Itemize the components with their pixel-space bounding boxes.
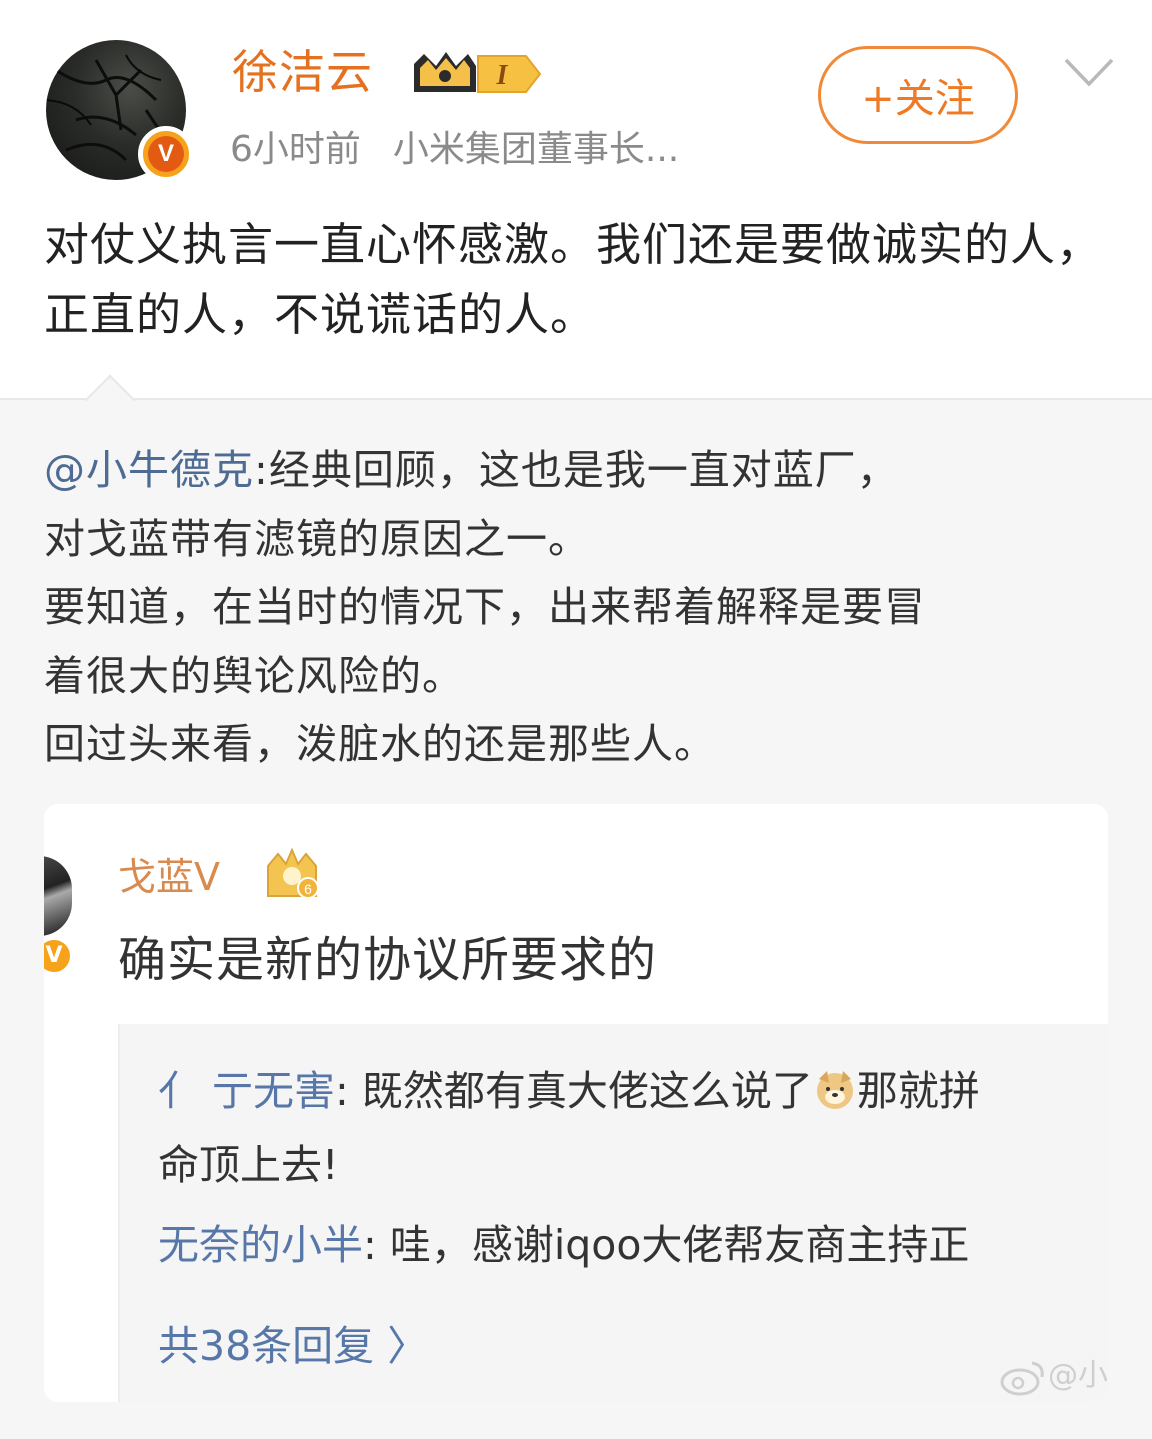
repost-line: 对戈蓝带有滤镜的原因之一。 — [44, 514, 590, 563]
svg-text:I: I — [496, 60, 509, 91]
watermark: @小 — [998, 1350, 1108, 1397]
reply-item-continued: 命顶上去! — [158, 1141, 339, 1189]
post-header: V 徐洁云 I 6小时前 小米集团董事长... +关注 对仗义执言一直心怀感激。我… — [0, 0, 1152, 398]
reply-item: 无奈的小半: 哇，感谢iqoo大佬帮友商主持正 — [158, 1221, 970, 1269]
post-time: 6小时前 — [230, 129, 361, 170]
repost-body: @小牛德克:经典回顾，这也是我一直对蓝厂， 对戈蓝带有滤镜的原因之一。 要知道，… — [44, 436, 1124, 779]
verified-v-badge-icon: V — [138, 126, 194, 182]
crown-level-badge-icon: 6 — [267, 847, 319, 899]
weibo-logo-icon — [1000, 1361, 1044, 1395]
embedded-username: 戈蓝V — [118, 855, 220, 899]
reply-username[interactable]: 无奈的小半 — [158, 1221, 363, 1269]
watermark-text: @小 — [1048, 1358, 1108, 1393]
post-meta: 6小时前 小米集团董事长... — [230, 126, 679, 174]
svg-text:6: 6 — [304, 881, 312, 897]
repost-line: 回过头来看，泼脏水的还是那些人。 — [44, 720, 716, 768]
repost-line: 要知道，在当时的情况下，出来帮着解释是要冒 — [44, 583, 926, 631]
embedded-screenshot[interactable]: V 戈蓝V 6 确实是新的协议所要求的 亻 亍无害: 既然都有真大佬这么说了 那就… — [44, 804, 1108, 1402]
post-body-text: 对仗义执言一直心怀感激。我们还是要做诚实的人，正直的人，不说谎话的人。 — [44, 218, 1103, 341]
embedded-avatar — [44, 856, 72, 936]
reply-item: 亻 亍无害: 既然都有真大佬这么说了 那就拼 — [158, 1067, 980, 1115]
reply-box: 亻 亍无害: 既然都有真大佬这么说了 那就拼 命顶上去! 无奈的小半: 哇，感谢i… — [118, 1024, 1108, 1402]
repost-line: :经典回顾，这也是我一直对蓝厂， — [254, 446, 899, 494]
post-username[interactable]: 徐洁云 — [232, 42, 373, 102]
mention-link[interactable]: @小牛德克 — [44, 446, 254, 494]
repost-line: 着很大的舆论风险的。 — [44, 651, 464, 700]
chevron-down-icon[interactable] — [1062, 54, 1116, 90]
post-source: 小米集团董事长... — [392, 129, 680, 170]
more-replies-link[interactable]: 共38条回复 〉 — [158, 1314, 428, 1378]
reply-username[interactable]: 亻 亍无害 — [158, 1067, 335, 1115]
doge-emoji-icon — [816, 1071, 853, 1109]
vip-crown-badge-icon: I — [414, 52, 542, 93]
embedded-verified-icon: V — [44, 936, 74, 976]
follow-button[interactable]: +关注 — [818, 46, 1018, 144]
embedded-comment: 确实是新的协议所要求的 — [118, 932, 658, 988]
